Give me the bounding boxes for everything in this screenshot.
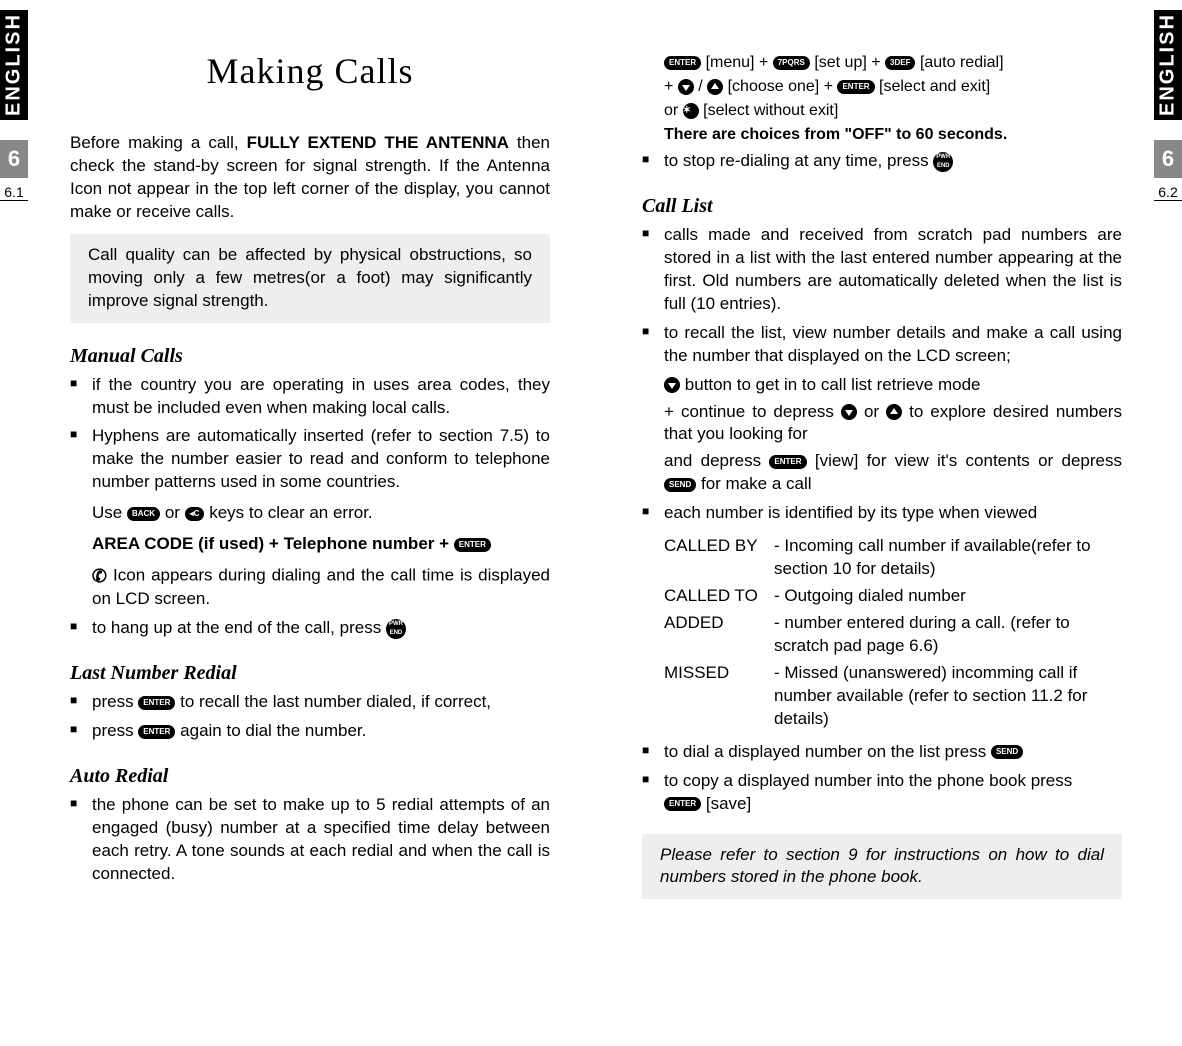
call-type-definitions: CALLED BY- Incoming call number if avail… <box>642 535 1122 731</box>
text: [select and exit] <box>879 78 990 95</box>
text: to stop re-dialing at any time, press <box>664 151 933 170</box>
text: to copy a displayed number into the phon… <box>664 771 1072 790</box>
text: Icon appears during dialing and the call… <box>92 566 550 609</box>
pwr-end-button-icon: PWREND <box>933 152 953 172</box>
def-term: CALLED BY <box>664 535 774 581</box>
down-arrow-icon <box>664 377 680 393</box>
text: to recall the last number dialed, if cor… <box>180 692 491 711</box>
text: [choose one] + <box>728 78 838 95</box>
list-item: press ENTER to recall the last number di… <box>70 691 550 714</box>
clear-button-icon: ◂C <box>185 507 205 521</box>
text: and depress <box>664 451 769 470</box>
list-item: Hyphens are automatically inserted (refe… <box>70 425 550 611</box>
send-button-icon: SEND <box>664 478 696 492</box>
text: or <box>664 102 683 119</box>
text: [menu] + <box>706 54 773 71</box>
enter-button-icon: ENTER <box>454 538 491 552</box>
chapter-number: 6 <box>0 140 28 178</box>
enter-button-icon: ENTER <box>769 455 806 469</box>
heading-manual-calls: Manual Calls <box>70 345 550 368</box>
intro-bold: FULLY EXTEND THE ANTENNA <box>247 133 509 152</box>
heading-auto-redial: Auto Redial <box>70 765 550 788</box>
text: button to get in to call list retrieve m… <box>685 375 981 394</box>
text: for make a call <box>701 474 812 493</box>
seven-button-icon: 7PQRS <box>773 56 810 70</box>
page-number-left: 6 6.1 <box>0 140 28 203</box>
text: to hang up at the end of the call, press <box>92 618 386 637</box>
send-button-icon: SEND <box>991 745 1023 759</box>
up-arrow-icon <box>707 79 723 95</box>
text: [set up] + <box>814 54 885 71</box>
language-tab-left: ENGLISH <box>0 10 28 120</box>
def-text: - Missed (unanswered) incomming call if … <box>774 662 1122 731</box>
text: Hyphens are automatically inserted (refe… <box>92 426 550 491</box>
text: + continue to depress <box>664 402 841 421</box>
down-arrow-icon <box>841 404 857 420</box>
text: press <box>92 721 138 740</box>
up-arrow-icon <box>886 404 902 420</box>
language-tab-right: ENGLISH <box>1154 10 1182 120</box>
phone-icon: ✆ <box>90 563 109 590</box>
send-button-icon: ✶ <box>683 103 699 119</box>
enter-button-icon: ENTER <box>138 696 175 710</box>
enter-button-icon: ENTER <box>138 725 175 739</box>
text: [save] <box>706 794 751 813</box>
enter-button-icon: ENTER <box>664 56 701 70</box>
text: [view] for view it's contents or depress <box>815 451 1122 470</box>
page-right: ENTER [menu] + 7PQRS [set up] + 3DEF [au… <box>642 30 1122 917</box>
list-item: to hang up at the end of the call, press… <box>70 617 550 640</box>
text: [select without exit] <box>703 102 838 119</box>
text: + <box>664 78 678 95</box>
list-item: the phone can be set to make up to 5 red… <box>70 794 550 886</box>
list-item: if the country you are operating in uses… <box>70 374 550 420</box>
list-item: each number is identified by its type wh… <box>642 502 1122 525</box>
def-term: MISSED <box>664 662 774 731</box>
down-arrow-icon <box>678 79 694 95</box>
area-code-line: AREA CODE (if used) + Telephone number + <box>92 534 454 553</box>
text: or <box>864 402 886 421</box>
text: press <box>92 692 138 711</box>
def-term: ADDED <box>664 612 774 658</box>
pwr-end-button-icon: PWREND <box>386 619 406 639</box>
page-number-right: 6 6.2 <box>1154 140 1182 203</box>
text: to dial a displayed number on the list p… <box>664 742 991 761</box>
list-item: calls made and received from scratch pad… <box>642 224 1122 316</box>
text: again to dial the number. <box>180 721 366 740</box>
three-button-icon: 3DEF <box>885 56 915 70</box>
list-item: press ENTER again to dial the number. <box>70 720 550 743</box>
text: to recall the list, view number details … <box>664 323 1122 365</box>
text: / <box>698 78 707 95</box>
callout-signal-quality: Call quality can be affected by physical… <box>70 234 550 323</box>
choices-line: There are choices from "OFF" to 60 secon… <box>664 126 1007 143</box>
chapter-number: 6 <box>1154 140 1182 178</box>
def-text: - number entered during a call. (refer t… <box>774 612 1122 658</box>
heading-last-number-redial: Last Number Redial <box>70 662 550 685</box>
enter-button-icon: ENTER <box>837 80 874 94</box>
def-term: CALLED TO <box>664 585 774 608</box>
text: [auto redial] <box>920 54 1004 71</box>
heading-call-list: Call List <box>642 195 1122 218</box>
list-item: to copy a displayed number into the phon… <box>642 770 1122 816</box>
back-button-icon: BACK <box>127 507 160 521</box>
list-item: to recall the list, view number details … <box>642 322 1122 497</box>
callout-phonebook-reference: Please refer to section 9 for instructio… <box>642 834 1122 900</box>
list-item: to dial a displayed number on the list p… <box>642 741 1122 764</box>
def-text: - Outgoing dialed number <box>774 585 1122 608</box>
def-text: - Incoming call number if available(refe… <box>774 535 1122 581</box>
page-left: Making Calls Before making a call, FULLY… <box>70 30 550 917</box>
section-number: 6.2 <box>1154 178 1182 201</box>
intro-paragraph: Before making a call, FULLY EXTEND THE A… <box>70 132 550 224</box>
section-number: 6.1 <box>0 178 28 201</box>
text: or <box>165 503 185 522</box>
text: keys to clear an error. <box>209 503 372 522</box>
enter-button-icon: ENTER <box>664 797 701 811</box>
text: Use <box>92 503 127 522</box>
intro-pre: Before making a call, <box>70 133 247 152</box>
list-item: to stop re-dialing at any time, press PW… <box>642 150 1122 173</box>
page-title: Making Calls <box>70 50 550 92</box>
